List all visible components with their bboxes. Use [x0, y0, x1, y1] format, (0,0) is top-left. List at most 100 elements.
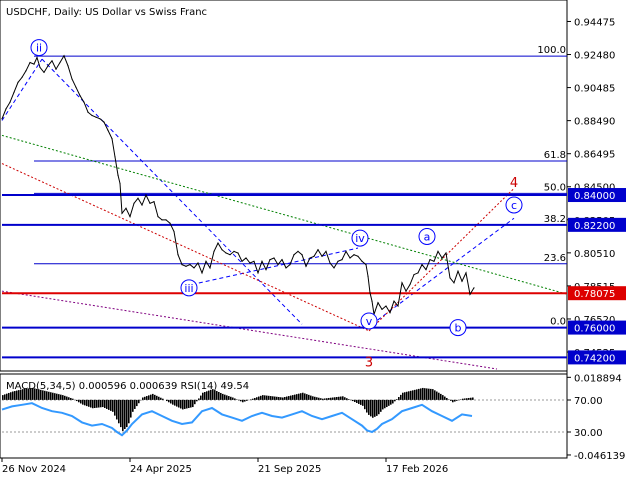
macd-bar [356, 399, 358, 403]
price-point [193, 267, 195, 269]
macd-bar [42, 390, 44, 400]
macd-bar [158, 396, 160, 400]
macd-bar [342, 396, 344, 400]
macd-bar [76, 399, 78, 402]
macd-bar [442, 395, 444, 400]
macd-bar [406, 391, 408, 400]
macd-bar [160, 397, 162, 400]
price-point [321, 255, 323, 257]
macd-bar [146, 396, 148, 400]
macd-bar [352, 399, 354, 402]
macd-bar [234, 398, 236, 400]
macd-bar [360, 399, 362, 405]
macd-bar [258, 396, 260, 400]
price-point [83, 101, 85, 103]
macd-bar [106, 399, 108, 409]
price-point [107, 129, 109, 132]
x-ticks: 26 Nov 2024 24 Apr 2025 21 Sep 2025 17 Feb … [1, 458, 448, 475]
macd-bar [428, 388, 430, 400]
price-point [209, 267, 211, 269]
price-point [117, 174, 119, 176]
price-point [119, 182, 121, 185]
macd-bar [200, 395, 202, 400]
macd-bar [50, 392, 52, 400]
macd-bar [464, 398, 466, 400]
macd-bar [256, 397, 258, 400]
macd-bar [246, 399, 248, 401]
price-point [389, 312, 391, 314]
macd-bar [12, 391, 14, 400]
fib-level-label: 38.2 [544, 214, 566, 225]
macd-bar [294, 394, 296, 400]
wave-label: c [511, 199, 517, 212]
price-point [141, 204, 143, 206]
price-point [309, 257, 311, 259]
macd-bar [130, 399, 132, 418]
price-point [87, 111, 89, 113]
macd-bar [192, 399, 194, 408]
price-point [469, 293, 471, 296]
price-point [39, 66, 41, 69]
macd-bar [414, 389, 416, 400]
macd-bar [98, 399, 100, 408]
price-point [5, 108, 7, 110]
macd-bar [58, 394, 60, 400]
macd-bar [96, 399, 98, 408]
macd-bar [396, 399, 398, 400]
macd-bar [102, 399, 104, 408]
price-point [67, 65, 69, 67]
macd-bar [88, 399, 90, 407]
macd-bar [32, 387, 34, 400]
price-point [371, 300, 373, 302]
x-tick-label: 17 Feb 2026 [386, 464, 448, 475]
price-point [265, 268, 267, 271]
macd-bar [204, 392, 206, 400]
macd-bar [408, 391, 410, 400]
macd-bar [90, 399, 92, 408]
macd-bar [286, 396, 288, 400]
macd-bar [280, 397, 282, 400]
price-point [425, 268, 427, 271]
price-point [233, 250, 235, 252]
price-point [114, 156, 116, 158]
macd-bar [268, 395, 270, 400]
price-point [121, 212, 123, 214]
macd-bar [16, 390, 18, 400]
macd-bar [86, 399, 88, 407]
macd-bar [288, 396, 290, 400]
macd-bar [60, 394, 62, 400]
macd-bar [156, 395, 158, 400]
macd-bar [456, 399, 458, 401]
macd-bar [242, 399, 244, 403]
price-point [71, 78, 73, 80]
macd-bar [18, 390, 20, 400]
macd-bar [30, 388, 32, 400]
macd-bar [410, 390, 412, 400]
macd-bar [376, 399, 378, 416]
macd-bar [240, 399, 242, 402]
macd-bar [344, 397, 346, 400]
macd-bar [170, 399, 172, 404]
macd-bar [302, 392, 304, 400]
macd-bar [260, 395, 262, 400]
macd-bar [214, 390, 216, 400]
price-level-label: 0.74200 [574, 353, 615, 364]
macd-bar [216, 391, 218, 400]
price-point [361, 260, 363, 262]
price-point [301, 254, 303, 256]
macd-bar [68, 397, 70, 400]
macd-bar [384, 399, 386, 409]
price-point [99, 118, 101, 120]
macd-bar [206, 391, 208, 400]
macd-bar [348, 399, 350, 400]
price-point [367, 275, 369, 277]
macd-bar [10, 392, 12, 400]
macd-bar [430, 388, 432, 400]
macd-bar [20, 389, 22, 400]
macd-bar [180, 399, 182, 409]
macd-bar [14, 391, 16, 400]
price-point [177, 254, 179, 256]
macd-bar [316, 397, 318, 400]
macd-bar [104, 399, 106, 408]
price-point [385, 305, 387, 307]
